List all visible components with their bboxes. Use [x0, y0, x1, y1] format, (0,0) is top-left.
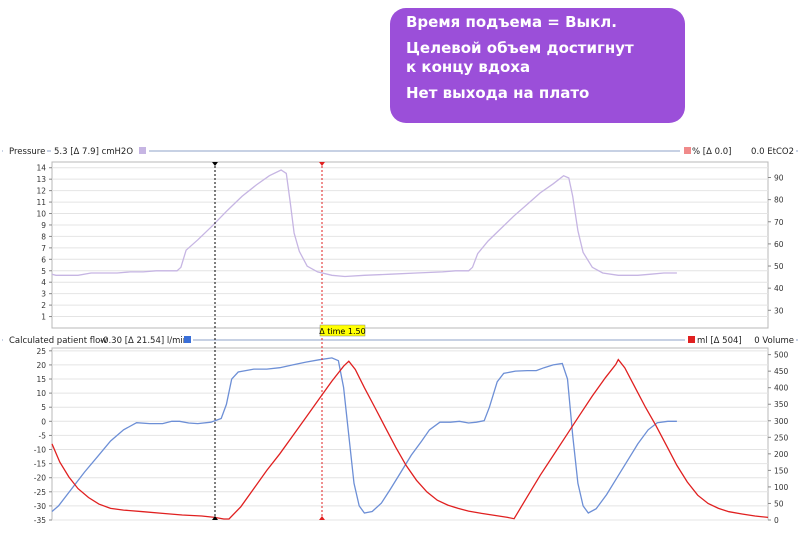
y-tick-label: -10	[34, 446, 46, 455]
etco2-readout: % [Δ 0.0]	[692, 147, 731, 157]
y2-tick-label: 250	[774, 433, 789, 442]
y-tick-label: 4	[41, 278, 46, 287]
etco2-color-marker	[684, 147, 691, 154]
flow-header-label: Calculated patient flow	[9, 336, 107, 346]
y-tick-label: 12	[36, 187, 46, 196]
y-tick-label: -30	[34, 502, 46, 511]
pressure-color-marker	[139, 147, 146, 154]
volume-label: 0 Volume	[754, 336, 794, 346]
y2-tick-label: 40	[774, 284, 784, 293]
y2-tick-label: 50	[774, 499, 784, 508]
y-tick-label: 3	[41, 290, 46, 299]
y2-tick-label: 300	[774, 417, 789, 426]
y-tick-label: 6	[41, 255, 46, 264]
y-tick-label: -20	[34, 474, 46, 483]
y-tick-label: 20	[36, 361, 46, 370]
y-tick-label: 5	[41, 403, 46, 412]
y-tick-label: -35	[34, 516, 46, 525]
y-tick-label: 10	[36, 210, 46, 219]
volume-color-marker	[688, 336, 695, 343]
y-tick-label: 5	[41, 267, 46, 276]
y-tick-label: -15	[34, 460, 46, 469]
y2-tick-label: 30	[774, 306, 784, 315]
volume-y-axis: 0 50 100 150 200 250 300 350 400 450 500	[768, 351, 789, 525]
y-tick-label: 7	[41, 244, 46, 253]
y-tick-label: 14	[36, 164, 46, 173]
y2-tick-label: 350	[774, 400, 789, 409]
y-tick-label: 2	[41, 301, 46, 310]
y2-tick-label: 70	[774, 218, 784, 227]
y2-tick-label: 100	[774, 483, 789, 492]
flow-y-axis: -35 -30 -25 -20 -15 -10 -5 0 5 10 15 20 25	[34, 347, 52, 525]
y2-tick-label: 0	[774, 516, 779, 525]
y2-tick-label: 450	[774, 367, 789, 376]
y2-tick-label: 200	[774, 450, 789, 459]
y2-tick-label: 90	[774, 173, 784, 182]
y2-tick-label: 50	[774, 262, 784, 271]
y-tick-label: -25	[34, 488, 46, 497]
pressure-readout: 5.3 [Δ 7.9] cmH2O	[54, 147, 133, 157]
delta-time-badge-text: Δ time 1.50	[319, 327, 365, 336]
y-tick-label: 13	[36, 175, 46, 184]
etco2-y-axis: 30 40 50 60 70 80 90	[768, 173, 784, 315]
y2-tick-label: 150	[774, 466, 789, 475]
y-tick-label: 0	[41, 417, 46, 426]
etco2-label: 0.0 EtCO2	[751, 147, 794, 157]
ventilator-waveform-monitor: 1234567891011121314 30405060708090 -35-3…	[2, 146, 798, 525]
y-tick-label: 11	[36, 198, 46, 207]
volume-readout: ml [Δ 504]	[697, 336, 742, 346]
y-tick-label: 9	[41, 221, 46, 230]
pressure-header-label: Pressure	[9, 147, 45, 157]
flow-readout: -0.30 [Δ 21.54] l/min	[100, 336, 188, 346]
y2-tick-label: 80	[774, 196, 784, 205]
y2-tick-label: 400	[774, 384, 789, 393]
y-tick-label: 1	[41, 313, 46, 322]
flow-color-marker	[184, 336, 191, 343]
y-tick-label: 15	[36, 375, 46, 384]
pressure-y-axis: 1234567891011121314	[36, 164, 52, 322]
y-tick-label: 25	[36, 347, 46, 356]
y2-tick-label: 60	[774, 240, 784, 249]
y2-tick-label: 500	[774, 351, 789, 360]
y-tick-label: 10	[36, 389, 46, 398]
y-tick-label: 8	[41, 232, 46, 241]
y-tick-label: -5	[39, 431, 47, 440]
pressure-plot-area	[51, 161, 769, 329]
